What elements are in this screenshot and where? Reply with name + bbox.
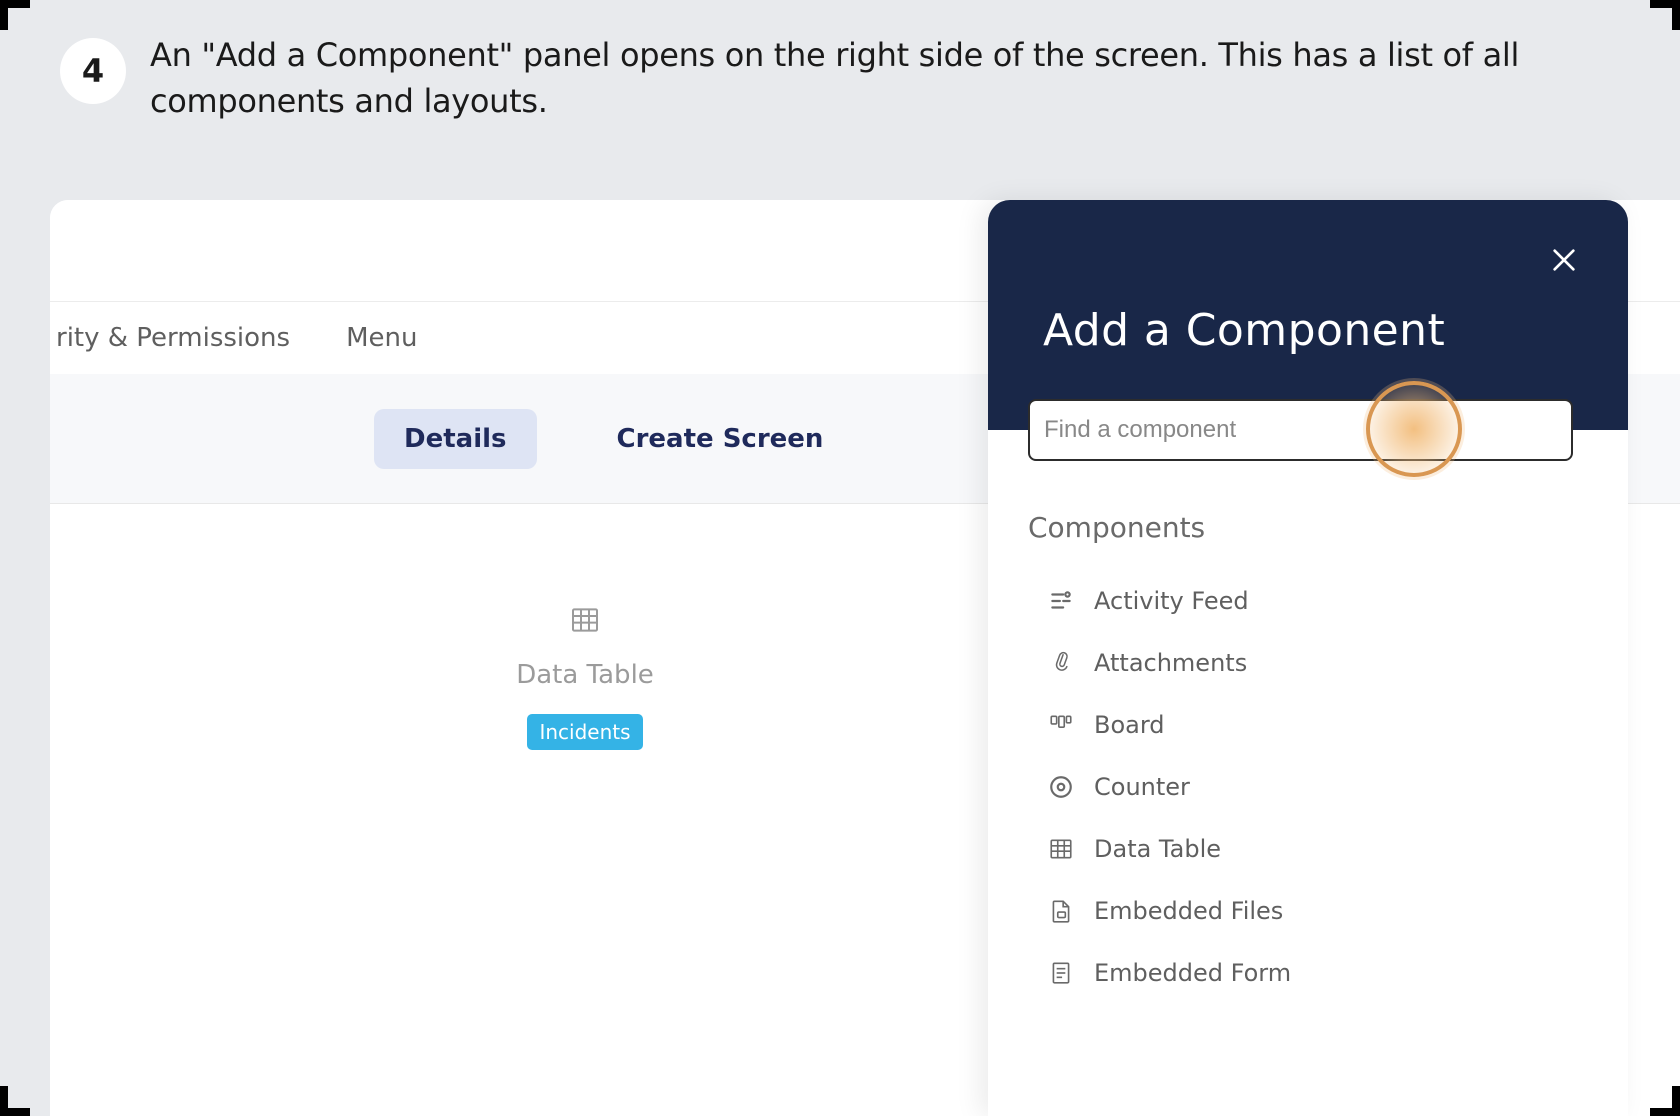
component-item-counter[interactable]: Counter	[1028, 756, 1588, 818]
component-item-label: Board	[1094, 711, 1165, 739]
activity-icon	[1048, 588, 1074, 614]
component-item-board[interactable]: Board	[1028, 694, 1588, 756]
nav-item-permissions[interactable]: rity & Permissions	[56, 323, 290, 353]
component-item-activity-feed[interactable]: Activity Feed	[1028, 570, 1588, 632]
component-item-label: Embedded Files	[1094, 897, 1283, 925]
tab-create-screen[interactable]: Create Screen	[587, 409, 854, 469]
crop-mark	[1672, 0, 1680, 30]
counter-icon	[1048, 774, 1074, 800]
table-icon	[569, 604, 601, 636]
placeholder-data-table[interactable]: Data Table Incidents	[50, 504, 1120, 750]
nav-item-menu[interactable]: Menu	[346, 323, 417, 353]
placeholder-title: Data Table	[516, 660, 654, 690]
form-icon	[1048, 960, 1074, 986]
component-item-label: Counter	[1094, 773, 1190, 801]
search-component-input[interactable]	[1028, 399, 1573, 461]
component-list: Activity Feed Attachments Board Counter Data…	[1028, 570, 1588, 1004]
component-item-data-table[interactable]: Data Table	[1028, 818, 1588, 880]
crop-mark	[0, 0, 8, 30]
component-item-label: Embedded Form	[1094, 959, 1291, 987]
component-item-attachments[interactable]: Attachments	[1028, 632, 1588, 694]
table-icon	[1048, 836, 1074, 862]
panel-title: Add a Component	[1043, 305, 1445, 356]
crop-mark	[0, 1086, 8, 1116]
component-item-label: Data Table	[1094, 835, 1221, 863]
component-item-embedded-form[interactable]: Embedded Form	[1028, 942, 1588, 1004]
placeholder-tag: Incidents	[527, 714, 642, 750]
panel-header: Add a Component	[988, 200, 1628, 430]
board-icon	[1048, 712, 1074, 738]
step-header: 4 An "Add a Component" panel opens on th…	[0, 0, 1680, 145]
step-number-badge: 4	[60, 38, 126, 104]
panel-body: Components Activity Feed Attachments Board…	[988, 461, 1628, 1004]
close-button[interactable]	[1548, 244, 1580, 276]
component-item-label: Attachments	[1094, 649, 1247, 677]
component-item-label: Activity Feed	[1094, 587, 1249, 615]
step-description: An "Add a Component" panel opens on the …	[150, 32, 1620, 125]
file-icon	[1048, 898, 1074, 924]
crop-mark	[1672, 1086, 1680, 1116]
add-component-panel: Add a Component Components Activity Feed…	[988, 200, 1628, 1116]
tab-details[interactable]: Details	[374, 409, 537, 469]
attachment-icon	[1048, 650, 1074, 676]
close-icon	[1548, 261, 1580, 280]
component-item-embedded-files[interactable]: Embedded Files	[1028, 880, 1588, 942]
components-section-label: Components	[1028, 511, 1588, 544]
